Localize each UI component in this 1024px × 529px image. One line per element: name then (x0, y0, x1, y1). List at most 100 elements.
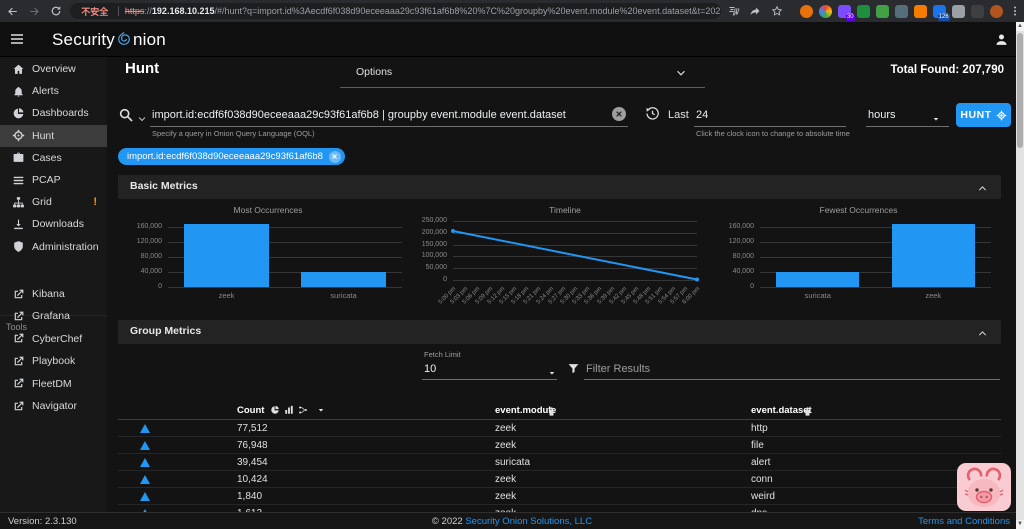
browser-forward-icon[interactable] (25, 2, 42, 20)
sidebar-item-hunt[interactable]: Hunt (0, 125, 107, 147)
screen: 不安全 | https :// 192.168.10.215 /#/hunt?q… (0, 0, 1024, 529)
sidebar-item-pcap[interactable]: PCAP (0, 169, 107, 191)
query-input[interactable]: import.id:ecdf6f038d90eceeaaa29c93f61af6… (152, 109, 566, 121)
chevron-down-icon (675, 66, 687, 84)
expand-triangle-icon[interactable] (140, 475, 150, 484)
total-found: Total Found: 207,790 (890, 64, 1004, 76)
bar-chart-toggle-icon[interactable] (284, 405, 294, 415)
expand-triangle-icon[interactable] (140, 424, 150, 433)
filter-results-input[interactable]: Filter Results (586, 363, 650, 375)
group-metrics-header[interactable]: Group Metrics (118, 320, 1001, 344)
filter-funnel-icon (567, 362, 580, 380)
scroll-up-icon[interactable]: ▲ (1016, 22, 1024, 31)
brand-logo[interactable]: Security nion (52, 29, 166, 50)
options-panel[interactable]: Options (340, 57, 705, 88)
tool-item-navigator[interactable]: Navigator (0, 395, 107, 417)
tool-item-playbook[interactable]: Playbook (0, 350, 107, 372)
expand-triangle-icon[interactable] (140, 441, 150, 450)
hamburger-menu-icon[interactable] (8, 30, 26, 48)
lines-icon (12, 174, 25, 187)
ext-split-square-icon[interactable] (971, 5, 984, 18)
ext-puzzle-icon[interactable] (952, 5, 965, 18)
time-unit-select[interactable]: hours (868, 109, 896, 121)
translate-icon[interactable] (725, 2, 742, 20)
sidebar-item-alerts[interactable]: Alerts (0, 80, 107, 102)
column-count[interactable]: Count (237, 405, 264, 416)
table-row[interactable]: 1,612zeekdns (118, 505, 1001, 512)
clock-history-icon[interactable] (645, 106, 660, 126)
tool-item-kibana[interactable]: Kibana (0, 283, 107, 305)
pig-sticker[interactable] (957, 463, 1011, 516)
ext-purple-icon[interactable]: 30 (838, 5, 851, 18)
bell-icon (12, 85, 25, 98)
user-account-icon[interactable] (992, 30, 1010, 48)
expand-triangle-icon[interactable] (140, 492, 150, 501)
cell-event-dataset: alert (751, 457, 770, 468)
clear-query-icon[interactable] (612, 107, 626, 121)
ext-orange-ball-icon[interactable] (800, 5, 813, 18)
fetch-limit-caret-icon[interactable] (547, 365, 557, 383)
table-row[interactable]: 76,948zeekfile (118, 437, 1001, 454)
sidebar-item-administration[interactable]: Administration (0, 236, 107, 258)
bar-suricata[interactable] (776, 272, 859, 287)
expand-triangle-icon[interactable] (140, 458, 150, 467)
tool-item-grafana[interactable]: Grafana (0, 305, 107, 327)
ext-color-wheel-icon[interactable] (819, 5, 832, 18)
scroll-down-icon[interactable]: ▼ (1016, 520, 1024, 529)
share-icon[interactable] (747, 2, 764, 20)
table-row[interactable]: 77,512zeekhttp (118, 420, 1001, 437)
ext-profile-icon[interactable] (990, 5, 1003, 18)
bar-zeek[interactable] (184, 224, 268, 287)
cell-count: 39,454 (237, 457, 268, 468)
ext-green-robot-icon[interactable] (876, 5, 889, 18)
sidebar-item-overview[interactable]: Overview (0, 58, 107, 80)
timeline-chart: Timeline050,000100,000150,000200,000250,… (421, 203, 709, 307)
url-path: /#/hunt?q=import.id%3Aecdf6f038d90eceeaa… (214, 6, 721, 16)
chip-close-icon[interactable] (329, 151, 341, 163)
external-icon (12, 288, 25, 301)
sort-caret-icon[interactable] (316, 405, 326, 415)
tool-item-cyberchef[interactable]: CyberChef (0, 328, 107, 350)
sidebar-item-dashboards[interactable]: Dashboards (0, 102, 107, 124)
vertical-scrollbar[interactable]: ▲ ▼ (1016, 22, 1024, 529)
table-row[interactable]: 1,840zeekweird (118, 488, 1001, 505)
pie-icon (12, 107, 25, 120)
options-label: Options (356, 66, 392, 78)
query-history-chevron-icon[interactable] (137, 111, 147, 129)
browser-menu-icon[interactable] (1007, 2, 1024, 20)
external-icon (12, 310, 25, 323)
sankey-toggle-icon[interactable] (298, 405, 308, 415)
ext-teal-dash-icon[interactable] (895, 5, 908, 18)
sidebar: OverviewAlertsDashboardsHuntCasesPCAPGri… (0, 57, 107, 512)
solutions-link[interactable]: Security Onion Solutions, LLC (465, 516, 592, 527)
hunt-button[interactable]: HUNT (956, 103, 1011, 127)
main-content: Hunt Options Total Found: 207,790 import… (107, 57, 1016, 512)
ext-blue-126-icon[interactable]: 126 (933, 5, 946, 18)
bar-zeek[interactable] (892, 224, 975, 287)
most-occurrences-chart: Most Occurrences040,00080,000120,000160,… (122, 203, 414, 307)
table-header: Count event.module event.dataset (118, 402, 1001, 420)
scrollbar-thumb[interactable] (1017, 33, 1023, 148)
url-bar[interactable]: 不安全 | https :// 192.168.10.215 /#/hunt?q… (70, 3, 721, 19)
download-icon (12, 218, 25, 231)
terms-link[interactable]: Terms and Conditions (918, 516, 1010, 527)
table-row[interactable]: 10,424zeekconn (118, 471, 1001, 488)
time-value-input[interactable]: 24 (696, 109, 708, 121)
browser-back-icon[interactable] (4, 2, 21, 20)
sidebar-item-downloads[interactable]: Downloads (0, 213, 107, 235)
sidebar-item-cases[interactable]: Cases (0, 147, 107, 169)
tool-item-fleetdm[interactable]: FleetDM (0, 373, 107, 395)
bar-suricata[interactable] (301, 272, 385, 287)
ext-orange-rss-icon[interactable] (914, 5, 927, 18)
search-icon[interactable] (118, 107, 134, 128)
fetch-limit-select[interactable]: 10 (424, 363, 436, 375)
table-row[interactable]: 39,454suricataalert (118, 454, 1001, 471)
pie-chart-toggle-icon[interactable] (270, 405, 280, 415)
bookmark-star-icon[interactable] (768, 2, 785, 20)
browser-refresh-icon[interactable] (47, 2, 64, 20)
shield-icon (12, 240, 25, 253)
basic-metrics-header[interactable]: Basic Metrics (118, 175, 1001, 199)
sidebar-item-grid[interactable]: Grid! (0, 191, 107, 213)
filter-chip[interactable]: import.id:ecdf6f038d90eceeaaa29c93f61af6… (118, 148, 345, 165)
ext-green-grid-icon[interactable] (857, 5, 870, 18)
